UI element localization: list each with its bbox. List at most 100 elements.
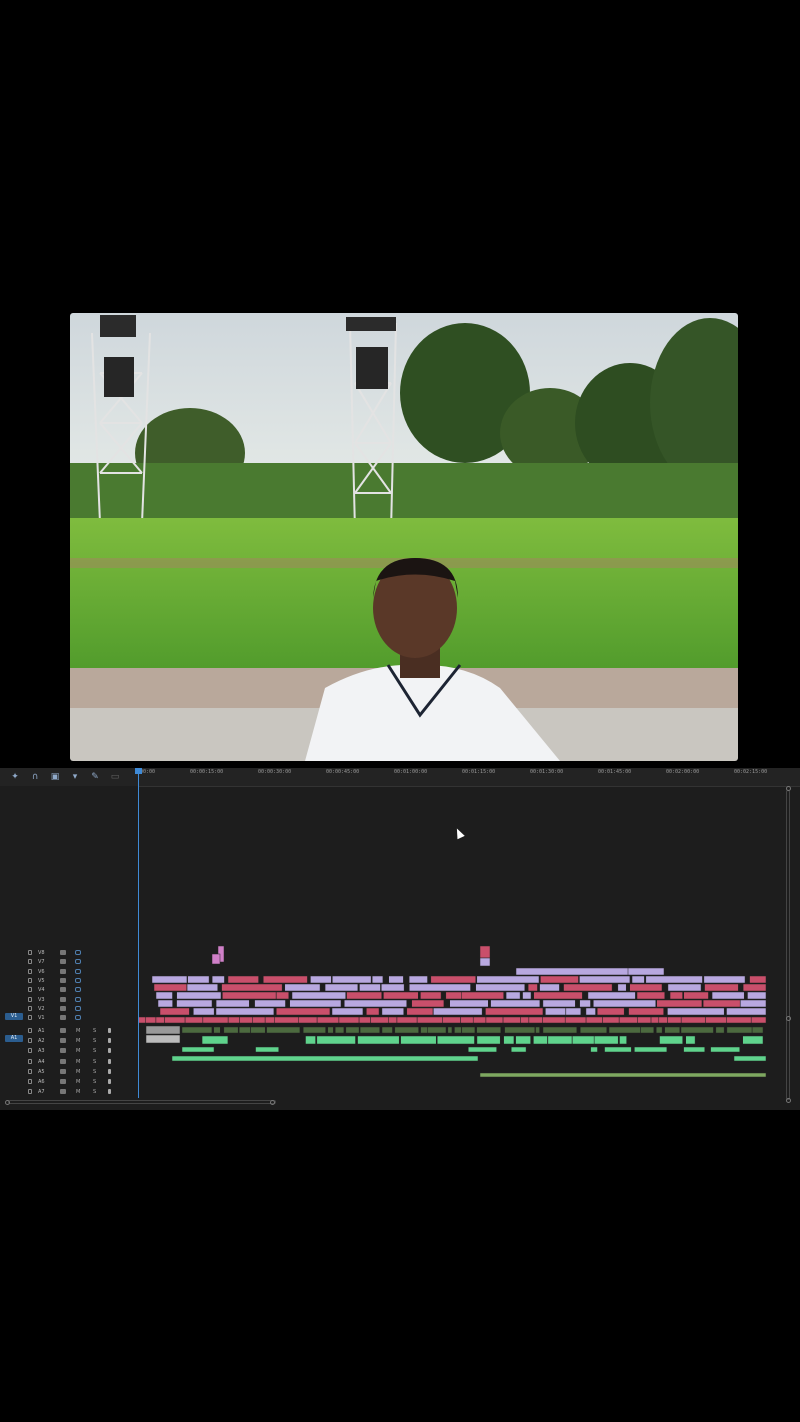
video-clip[interactable] — [316, 1016, 340, 1024]
video-clip[interactable] — [747, 991, 767, 1000]
video-clip[interactable] — [627, 967, 665, 976]
video-clip[interactable] — [637, 1016, 652, 1024]
snap-icon[interactable]: ✦ — [10, 772, 20, 782]
video-clip[interactable] — [388, 1016, 398, 1024]
video-clip[interactable] — [740, 999, 767, 1008]
video-clip[interactable] — [650, 1016, 660, 1024]
vscroll-mid-handle[interactable] — [786, 1016, 791, 1021]
video-clip[interactable] — [366, 1007, 380, 1016]
video-clip[interactable] — [490, 999, 541, 1008]
track-area[interactable] — [137, 786, 768, 1110]
video-clip[interactable] — [420, 991, 442, 1000]
video-clip[interactable] — [542, 1016, 566, 1024]
audio-clip[interactable] — [751, 1026, 764, 1034]
audio-clip[interactable] — [504, 1026, 536, 1034]
video-clip[interactable] — [252, 1016, 266, 1024]
video-clip[interactable] — [680, 1016, 706, 1024]
track-header-a7[interactable]: A7 M S — [0, 1088, 138, 1096]
mic-icon[interactable] — [108, 1079, 111, 1084]
audio-clip[interactable] — [572, 1035, 595, 1045]
video-clip[interactable] — [667, 983, 702, 992]
video-clip[interactable] — [359, 983, 381, 992]
video-clip[interactable] — [636, 991, 666, 1000]
video-clip[interactable] — [528, 1016, 543, 1024]
video-clip[interactable] — [703, 975, 746, 984]
eye-icon[interactable] — [75, 977, 81, 983]
video-clip[interactable] — [445, 991, 462, 1000]
audio-clip[interactable] — [503, 1035, 515, 1045]
eye-icon[interactable] — [75, 968, 81, 974]
video-clip[interactable] — [211, 975, 225, 984]
video-clip[interactable] — [545, 1007, 566, 1016]
audio-clip[interactable] — [467, 1046, 497, 1053]
audio-clip[interactable] — [542, 1026, 578, 1034]
marker-icon[interactable]: ▾ — [70, 772, 80, 782]
video-clip[interactable] — [276, 1007, 331, 1016]
video-clip[interactable] — [396, 1016, 418, 1024]
audio-clip[interactable] — [535, 1026, 540, 1034]
audio-clip[interactable] — [357, 1035, 400, 1045]
vscroll-top-handle[interactable] — [786, 786, 791, 791]
audio-clip[interactable] — [604, 1046, 632, 1053]
video-clip[interactable] — [215, 1007, 275, 1016]
video-clip[interactable] — [263, 975, 308, 984]
audio-clip[interactable] — [685, 1035, 696, 1045]
audio-clip[interactable] — [171, 1055, 479, 1062]
source-patch-a1[interactable]: A1 — [5, 1035, 23, 1043]
sync-lock-icon[interactable] — [60, 987, 66, 993]
mute-button[interactable]: M — [76, 1047, 80, 1055]
video-clip[interactable] — [358, 1016, 371, 1024]
audio-clip[interactable] — [145, 1034, 181, 1044]
video-clip[interactable] — [193, 1007, 215, 1016]
video-clip[interactable] — [186, 983, 218, 992]
lock-icon[interactable] — [28, 1068, 32, 1074]
audio-clip[interactable] — [238, 1026, 251, 1034]
video-clip[interactable] — [704, 983, 739, 992]
video-clip[interactable] — [587, 991, 636, 1000]
video-clip[interactable] — [749, 975, 767, 984]
video-clip[interactable] — [656, 999, 703, 1008]
audio-clip[interactable] — [726, 1026, 753, 1034]
video-clip[interactable] — [137, 1016, 146, 1024]
video-clip[interactable] — [479, 945, 491, 959]
audio-clip[interactable] — [454, 1026, 462, 1034]
mute-button[interactable]: M — [76, 1027, 80, 1035]
audio-clip[interactable] — [680, 1026, 714, 1034]
lock-icon[interactable] — [28, 1089, 32, 1095]
audio-clip[interactable] — [510, 1046, 527, 1053]
audio-clip[interactable] — [213, 1026, 221, 1034]
video-clip[interactable] — [176, 991, 222, 1000]
audio-clip[interactable] — [742, 1035, 764, 1045]
audio-clip[interactable] — [476, 1035, 501, 1045]
video-clip[interactable] — [151, 975, 188, 984]
lock-icon[interactable] — [28, 1005, 32, 1011]
audio-clip[interactable] — [305, 1035, 316, 1045]
audio-clip[interactable] — [359, 1026, 380, 1034]
video-clip[interactable] — [159, 1007, 190, 1016]
vscroll-bottom-handle[interactable] — [786, 1098, 791, 1103]
video-clip[interactable] — [264, 1016, 275, 1024]
audio-clip[interactable] — [634, 1046, 668, 1053]
audio-clip[interactable] — [547, 1035, 573, 1045]
video-clip[interactable] — [596, 1007, 625, 1016]
eye-icon[interactable] — [75, 950, 81, 955]
mute-button[interactable]: M — [76, 1078, 80, 1086]
sync-lock-icon[interactable] — [60, 1028, 66, 1033]
video-clip[interactable] — [370, 1016, 389, 1024]
track-header-a4[interactable]: A4 M S — [0, 1058, 138, 1066]
video-clip[interactable] — [564, 1016, 587, 1024]
lock-icon[interactable] — [28, 959, 32, 965]
video-clip[interactable] — [332, 975, 372, 984]
mute-button[interactable]: M — [76, 1068, 80, 1076]
lock-icon[interactable] — [28, 1028, 32, 1033]
track-header-v4[interactable]: V4 — [0, 986, 138, 994]
track-header-a5[interactable]: A5 M S — [0, 1068, 138, 1076]
solo-button[interactable]: S — [93, 1027, 96, 1035]
mute-button[interactable]: M — [76, 1037, 80, 1045]
video-clip[interactable] — [475, 983, 526, 992]
video-clip[interactable] — [145, 1016, 157, 1024]
audio-clip[interactable] — [479, 1072, 767, 1078]
video-clip[interactable] — [585, 1016, 603, 1024]
audio-clip[interactable] — [201, 1035, 229, 1045]
lock-icon[interactable] — [28, 977, 32, 983]
